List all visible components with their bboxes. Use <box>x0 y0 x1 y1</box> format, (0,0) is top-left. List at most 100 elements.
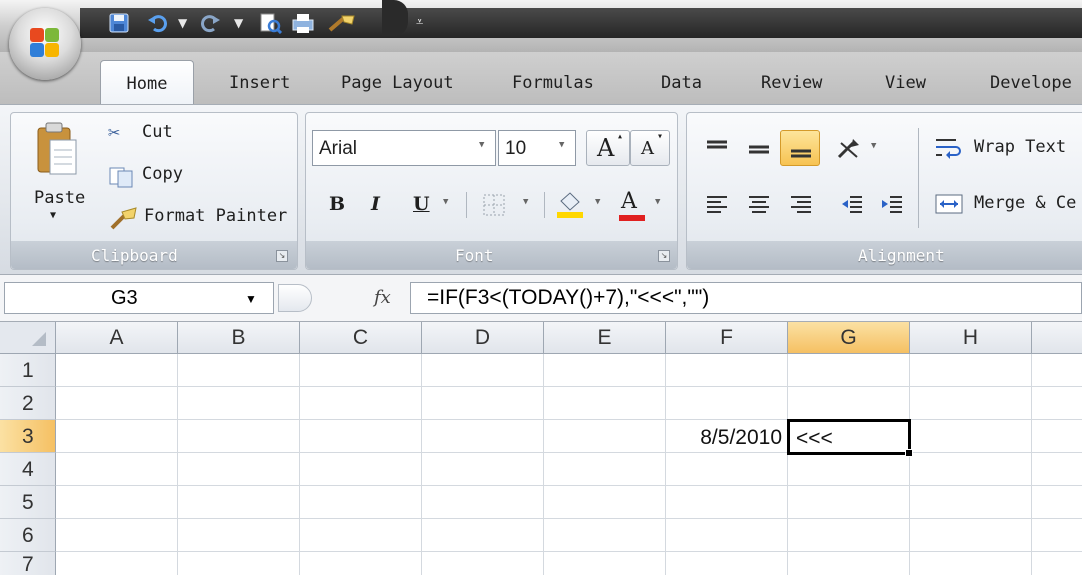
name-box[interactable]: G3 ▼ <box>4 282 274 314</box>
formula-input[interactable]: =IF(F3<(TODAY()+7),"<<<","") <box>410 282 1082 314</box>
font-size-dropdown-icon[interactable]: ▼ <box>559 140 564 150</box>
column-header-c[interactable]: C <box>300 322 422 354</box>
row-header-2[interactable]: 2 <box>0 387 56 420</box>
copy-label: Copy <box>142 164 183 184</box>
increase-indent-icon <box>882 196 902 213</box>
worksheet-grid[interactable] <box>0 322 1082 575</box>
font-color-button[interactable]: A ▼ <box>612 186 670 222</box>
save-icon[interactable] <box>108 12 130 34</box>
decrease-indent-icon <box>842 196 862 213</box>
italic-icon: I <box>371 193 380 215</box>
align-center-button[interactable] <box>738 186 778 222</box>
fill-color-dropdown-icon[interactable]: ▼ <box>595 197 600 207</box>
fill-color-button[interactable]: ▼ <box>548 186 610 222</box>
merge-center-button[interactable]: Merge & Ce <box>934 188 1082 222</box>
column-header-a[interactable]: A <box>56 322 178 354</box>
font-name-dropdown-icon[interactable]: ▼ <box>479 140 484 150</box>
tab-insert[interactable]: Insert <box>229 68 290 104</box>
align-bottom-button[interactable] <box>780 130 820 166</box>
tab-data[interactable]: Data <box>661 68 702 104</box>
font-name-select[interactable]: Arial ▼ <box>312 130 496 166</box>
font-color-dropdown-icon[interactable]: ▼ <box>655 197 660 207</box>
office-button[interactable] <box>9 8 81 80</box>
underline-button[interactable]: U ▼ <box>398 186 458 222</box>
copy-button[interactable]: Copy <box>108 162 208 190</box>
font-dialog-launcher-icon[interactable]: ↘ <box>658 250 670 262</box>
merge-center-icon <box>935 194 963 214</box>
row-header-6[interactable]: 6 <box>0 519 56 552</box>
paste-dropdown-icon[interactable]: ▼ <box>50 210 56 221</box>
row-header-7[interactable]: 7 <box>0 552 56 575</box>
paintbrush-icon <box>110 207 137 230</box>
align-middle-button[interactable] <box>738 130 778 166</box>
qat-end-cap <box>382 0 408 36</box>
format-painter-qat-icon[interactable] <box>324 12 364 34</box>
align-top-button[interactable] <box>696 130 736 166</box>
cell-f3[interactable]: 8/5/2010 <box>666 420 786 453</box>
borders-button[interactable]: ▼ <box>474 186 540 222</box>
orientation-button[interactable]: ▼ <box>828 130 886 166</box>
format-painter-button[interactable]: Format Painter <box>108 204 294 232</box>
redo-dropdown-icon[interactable]: ▼ <box>234 12 243 34</box>
align-left-icon <box>707 196 727 213</box>
office-logo-icon <box>30 28 60 58</box>
undo-icon[interactable] <box>146 12 168 34</box>
alignment-separator <box>918 128 919 228</box>
column-header-partial[interactable] <box>1032 322 1082 354</box>
underline-icon: U <box>413 193 430 215</box>
name-box-dropdown-icon[interactable]: ▼ <box>245 284 257 314</box>
font-name-value: Arial <box>319 138 358 159</box>
customize-qat-icon[interactable]: ⩡ <box>416 12 423 34</box>
cut-button[interactable]: ✂ Cut <box>108 120 198 148</box>
wrap-text-button[interactable]: Wrap Text <box>934 132 1082 166</box>
print-preview-icon[interactable] <box>258 12 283 35</box>
borders-icon <box>483 194 505 216</box>
increase-indent-button[interactable] <box>872 186 910 222</box>
tab-developer[interactable]: Develope <box>990 68 1072 104</box>
row-header-1[interactable]: 1 <box>0 354 56 387</box>
borders-dropdown-icon[interactable]: ▼ <box>523 197 528 207</box>
cell-g3-selected[interactable]: <<< <box>787 419 911 455</box>
grow-font-button[interactable]: A ▴ <box>586 130 630 166</box>
tab-formulas[interactable]: Formulas <box>512 68 594 104</box>
decrease-indent-button[interactable] <box>832 186 870 222</box>
grid-lines <box>56 354 1082 575</box>
tab-view[interactable]: View <box>885 68 926 104</box>
redo-icon[interactable] <box>200 12 222 34</box>
grow-font-arrow-icon: ▴ <box>617 131 624 142</box>
paste-button[interactable]: Paste ▼ <box>16 114 98 242</box>
orientation-dropdown-icon[interactable]: ▼ <box>871 141 876 151</box>
font-size-select[interactable]: 10 ▼ <box>498 130 576 166</box>
row-header-3[interactable]: 3 <box>0 420 56 453</box>
underline-dropdown-icon[interactable]: ▼ <box>443 197 448 207</box>
fill-handle[interactable] <box>905 449 913 457</box>
align-right-button[interactable] <box>780 186 820 222</box>
font-separator-2 <box>544 192 545 218</box>
column-header-d[interactable]: D <box>422 322 544 354</box>
column-header-b[interactable]: B <box>178 322 300 354</box>
align-left-button[interactable] <box>696 186 736 222</box>
row-header-4[interactable]: 4 <box>0 453 56 486</box>
column-header-h[interactable]: H <box>910 322 1032 354</box>
bold-button[interactable]: B <box>318 186 356 222</box>
select-all-corner[interactable] <box>0 322 56 354</box>
column-header-e[interactable]: E <box>544 322 666 354</box>
insert-function-button[interactable]: fx <box>368 284 404 312</box>
tab-review[interactable]: Review <box>761 68 822 104</box>
italic-button[interactable]: I <box>358 186 394 222</box>
alignment-group-label: Alignment <box>858 246 945 265</box>
orientation-icon <box>837 139 859 159</box>
clipboard-dialog-launcher-icon[interactable]: ↘ <box>276 250 288 262</box>
shrink-font-icon: A <box>641 138 654 159</box>
row-header-5[interactable]: 5 <box>0 486 56 519</box>
column-header-g[interactable]: G <box>788 322 910 354</box>
bold-icon: B <box>329 193 346 215</box>
tab-page-layout[interactable]: Page Layout <box>341 68 454 104</box>
quick-print-icon[interactable] <box>290 12 316 34</box>
column-header-f[interactable]: F <box>666 322 788 354</box>
format-painter-label: Format Painter <box>144 206 288 226</box>
formula-bar-expand-handle[interactable] <box>278 284 312 312</box>
undo-dropdown-icon[interactable]: ▼ <box>178 12 187 34</box>
shrink-font-button[interactable]: A ▾ <box>630 130 670 166</box>
tab-home[interactable]: Home <box>100 60 194 106</box>
